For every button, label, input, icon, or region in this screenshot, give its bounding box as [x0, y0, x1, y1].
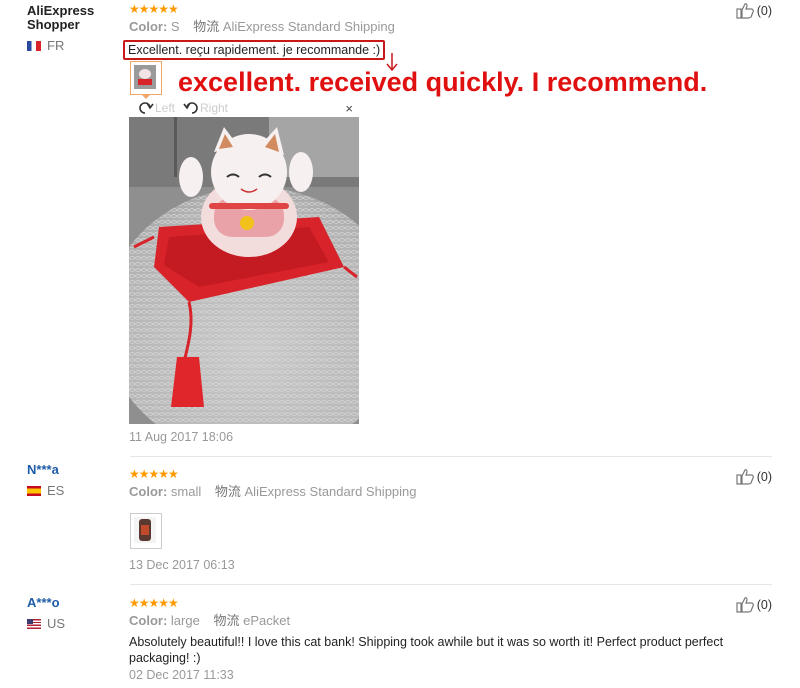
thumbnail-caret — [141, 94, 151, 99]
shipping-label: 物流 — [214, 484, 241, 499]
review-date: 02 Dec 2017 11:33 — [129, 668, 234, 682]
close-icon[interactable]: × — [345, 101, 353, 116]
reviewer-name: AliExpress Shopper — [27, 3, 95, 32]
thumbs-up-icon — [736, 597, 754, 613]
like-button[interactable]: (0) — [736, 596, 772, 613]
reviewer-country: US — [27, 616, 127, 631]
thumbnail-image — [134, 517, 158, 545]
thumbs-up-icon — [736, 3, 754, 19]
country-code: ES — [47, 483, 65, 498]
color-value: small — [170, 484, 202, 499]
shipping-value: AliExpress Standard Shipping — [222, 19, 395, 34]
star-rating: ★★★★★ — [129, 596, 179, 610]
review-date: 11 Aug 2017 18:06 — [129, 430, 234, 444]
review-divider — [130, 456, 772, 457]
shipping-label: 物流 — [193, 19, 220, 34]
rotate-left-button[interactable]: Left — [138, 101, 175, 115]
thumbnail-image — [134, 65, 158, 91]
rotate-left-label: Left — [155, 101, 176, 115]
review-content: ★★★★★ Color: small 物流 AliExpress Standar… — [129, 468, 729, 500]
like-count: (0) — [756, 469, 772, 484]
review-item: N***a ES ★★★★★ Color: small 物流 AliExpres… — [0, 459, 800, 584]
like-button[interactable]: (0) — [736, 2, 772, 19]
reviewer-info: AliExpress Shopper FR — [27, 4, 127, 53]
shipping-label: 物流 — [213, 613, 240, 628]
reviewer-info: N***a ES — [27, 463, 127, 498]
review-photo — [129, 117, 359, 424]
color-label: Color: — [129, 19, 168, 34]
image-viewer-toolbar: Left Right × — [130, 101, 359, 118]
review-content: ★★★★★ Color: S 物流 AliExpress Standard Sh… — [123, 2, 729, 60]
flag-es-icon — [27, 485, 41, 496]
country-code: FR — [47, 38, 65, 53]
star-rating: ★★★★★ — [129, 2, 179, 16]
shipping-value: AliExpress Standard Shipping — [244, 484, 417, 499]
reviewer-info: A***o US — [27, 596, 127, 631]
thumbs-up-icon — [736, 469, 754, 485]
reviewer-country: ES — [27, 483, 127, 498]
rotate-right-button[interactable]: Right — [183, 101, 228, 115]
rotate-left-icon — [139, 102, 154, 114]
reviewer-name[interactable]: N***a — [27, 463, 127, 477]
like-count: (0) — [756, 3, 772, 18]
photo-thumbnail[interactable] — [130, 61, 162, 95]
reviewer-name[interactable]: A***o — [27, 596, 127, 610]
review-divider — [130, 584, 772, 585]
color-value: S — [170, 19, 180, 34]
star-rating: ★★★★★ — [129, 467, 179, 481]
feedback-text: Excellent. reçu rapidement. je recommand… — [123, 40, 386, 60]
shipping-value: ePacket — [243, 613, 291, 628]
like-button[interactable]: (0) — [736, 468, 772, 485]
review-item: A***o US ★★★★★ Color: large 物流 ePacket A… — [0, 587, 800, 688]
feedback-text: Absolutely beautiful!! I love this cat b… — [129, 635, 724, 665]
review-item: AliExpress Shopper FR ★★★★★ Color: S 物流 … — [0, 0, 800, 455]
flag-fr-icon — [27, 40, 41, 51]
review-date: 13 Dec 2017 06:13 — [129, 558, 235, 572]
order-info: Color: large 物流 ePacket — [129, 613, 779, 629]
rotate-right-label: Right — [200, 101, 229, 115]
like-count: (0) — [756, 597, 772, 612]
reviewer-country: FR — [27, 38, 127, 53]
feedback-text-wrapper: Excellent. reçu rapidement. je recommand… — [123, 40, 729, 60]
flag-us-icon — [27, 618, 41, 629]
rotate-right-icon — [183, 102, 198, 114]
order-info: Color: small 物流 AliExpress Standard Ship… — [129, 484, 729, 500]
color-label: Color: — [129, 613, 168, 628]
color-value: large — [170, 613, 200, 628]
color-label: Color: — [129, 484, 168, 499]
photo-thumbnail[interactable] — [130, 513, 162, 549]
order-info: Color: S 物流 AliExpress Standard Shipping — [129, 19, 729, 35]
translation-annotation: excellent. received quickly. I recommend… — [178, 67, 708, 97]
country-code: US — [47, 616, 66, 631]
review-content: ★★★★★ Color: large 物流 ePacket Absolutely… — [129, 596, 779, 683]
